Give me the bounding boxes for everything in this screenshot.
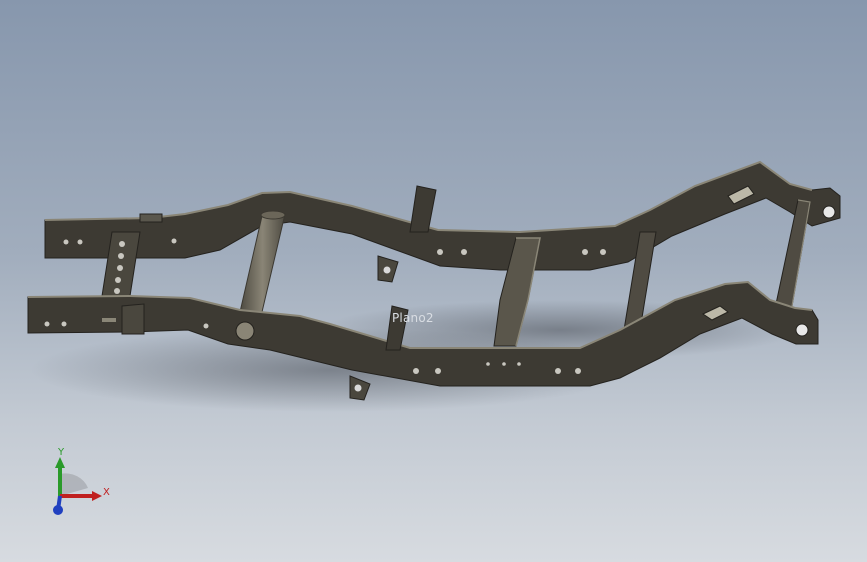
- far-side-rail[interactable]: [44, 160, 841, 283]
- graphics-viewport[interactable]: Plano2 Y X: [0, 0, 867, 562]
- y-axis-label: Y: [58, 447, 65, 458]
- reference-triad[interactable]: Y X: [44, 446, 114, 518]
- triad-icon: [53, 457, 102, 515]
- x-axis-label: X: [103, 487, 110, 498]
- chassis-frame-model[interactable]: [0, 0, 867, 562]
- tail-crossmember[interactable]: [775, 199, 811, 307]
- reference-plane-label[interactable]: Plano2: [392, 311, 434, 325]
